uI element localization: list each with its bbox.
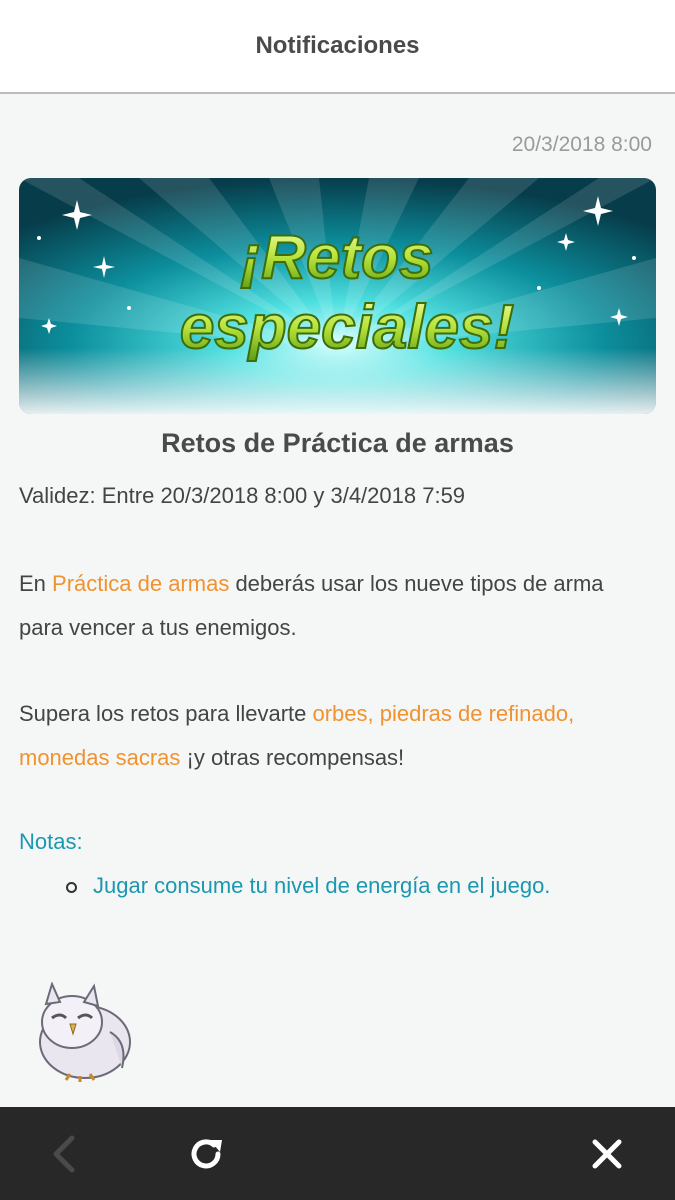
bottom-navigation-bar bbox=[0, 1107, 675, 1200]
header-bar: Notificaciones bbox=[0, 0, 675, 94]
banner-line-1: ¡Retos bbox=[241, 223, 434, 292]
notes-item: Jugar consume tu nivel de energía en el … bbox=[93, 873, 551, 898]
close-icon bbox=[592, 1139, 622, 1168]
notes-heading: Notas: bbox=[19, 829, 83, 854]
p2-suffix: ¡y otras recompensas! bbox=[180, 745, 405, 770]
chevron-left-icon bbox=[53, 1135, 75, 1172]
p2-prefix: Supera los retos para llevarte bbox=[19, 701, 313, 726]
paragraph-1: En Práctica de armas deberás usar los nu… bbox=[19, 562, 649, 650]
banner-line-2: especiales! bbox=[180, 293, 514, 362]
close-button[interactable] bbox=[567, 1107, 647, 1200]
practice-link[interactable]: Práctica de armas bbox=[52, 571, 229, 596]
bullet-icon bbox=[66, 882, 77, 893]
refresh-button[interactable] bbox=[166, 1107, 246, 1200]
p1-prefix: En bbox=[19, 571, 53, 596]
banner-image: ¡Retos especiales! bbox=[19, 178, 656, 414]
validity-text: Validez: Entre 20/3/2018 8:00 y 3/4/2018… bbox=[19, 483, 466, 508]
page-title: Notificaciones bbox=[255, 32, 420, 59]
post-title: Retos de Práctica de armas bbox=[161, 428, 514, 458]
owl-mascot-icon bbox=[30, 981, 140, 1082]
refresh-icon bbox=[191, 1138, 222, 1168]
post-timestamp: 20/3/2018 8:00 bbox=[511, 133, 652, 156]
paragraph-2: Supera los retos para llevarte orbes, pi… bbox=[19, 692, 649, 780]
back-button[interactable] bbox=[23, 1107, 103, 1200]
